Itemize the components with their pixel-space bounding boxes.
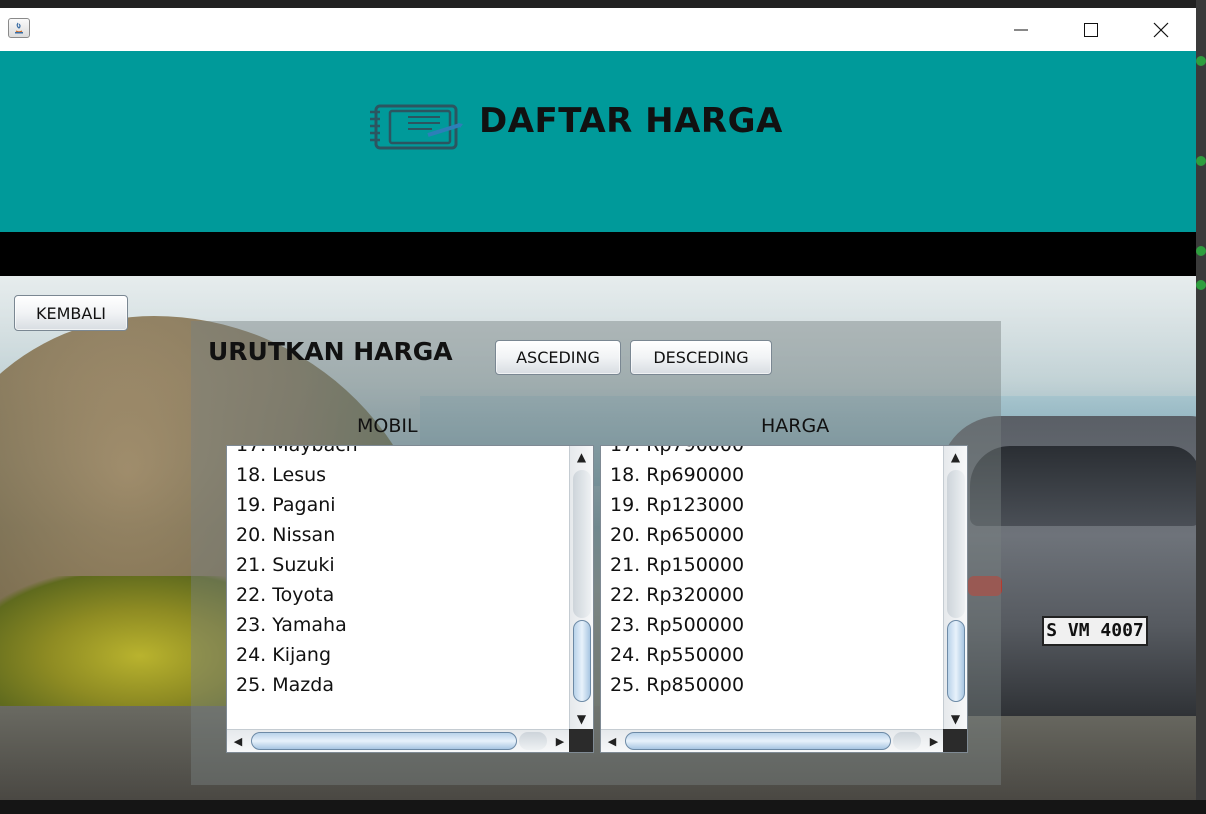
sort-panel: URUTKAN HARGA ASCEDING DESCEDING MOBIL H… — [191, 321, 1001, 785]
desktop-status-icon — [1196, 56, 1206, 66]
panel-title: URUTKAN HARGA — [208, 337, 453, 366]
list-item[interactable]: 21. Rp150000 — [601, 550, 941, 580]
scroll-thumb[interactable] — [947, 620, 965, 702]
maximize-button[interactable] — [1056, 8, 1126, 51]
harga-list: 17. Rp790000 18. Rp690000 19. Rp123000 2… — [601, 446, 941, 700]
list-item[interactable]: 23. Rp500000 — [601, 610, 941, 640]
scrollbar-corner — [569, 729, 593, 752]
mobil-listbox[interactable]: 17. Maybach 18. Lesus 19. Pagani 20. Nis… — [226, 445, 594, 753]
java-app-icon[interactable] — [8, 18, 30, 38]
minimize-button[interactable] — [986, 8, 1056, 51]
list-item[interactable]: 18. Rp690000 — [601, 460, 941, 490]
header-divider-band — [0, 232, 1196, 276]
vertical-scrollbar[interactable]: ▲ ▼ — [569, 446, 593, 730]
list-item[interactable]: 17. Maybach — [227, 446, 567, 460]
license-plate: S VM 4007 — [1042, 616, 1148, 646]
list-item[interactable]: 17. Rp790000 — [601, 446, 941, 460]
scroll-down-arrow-icon[interactable]: ▼ — [944, 708, 967, 730]
desktop-right-strip — [1196, 0, 1206, 814]
desktop-top-strip — [0, 0, 1206, 8]
title-bar — [0, 8, 1196, 51]
close-button[interactable] — [1126, 8, 1196, 51]
horizontal-scrollbar[interactable]: ◀ ▶ — [227, 729, 571, 752]
minimize-icon — [1014, 29, 1028, 30]
ascending-button[interactable]: ASCEDING — [495, 340, 621, 375]
mobil-column-header: MOBIL — [357, 415, 418, 437]
scroll-thumb[interactable] — [625, 732, 891, 750]
list-item[interactable]: 22. Rp320000 — [601, 580, 941, 610]
scroll-left-arrow-icon[interactable]: ◀ — [601, 730, 623, 752]
list-item[interactable]: 23. Yamaha — [227, 610, 567, 640]
scroll-thumb[interactable] — [573, 620, 591, 702]
maximize-icon — [1084, 22, 1098, 37]
back-button[interactable]: KEMBALI — [14, 295, 128, 331]
scroll-up-arrow-icon[interactable]: ▲ — [570, 446, 593, 468]
close-icon — [1153, 22, 1169, 37]
desktop-status-icon — [1196, 156, 1206, 166]
list-item[interactable]: 18. Lesus — [227, 460, 567, 490]
header-banner: DAFTAR HARGA — [0, 51, 1196, 232]
horizontal-scrollbar[interactable]: ◀ ▶ — [601, 729, 945, 752]
list-item[interactable]: 19. Rp123000 — [601, 490, 941, 520]
scroll-up-arrow-icon[interactable]: ▲ — [944, 446, 967, 468]
list-item[interactable]: 24. Kijang — [227, 640, 567, 670]
list-item[interactable]: 20. Rp650000 — [601, 520, 941, 550]
scroll-thumb[interactable] — [251, 732, 517, 750]
desktop-status-icon — [1196, 246, 1206, 256]
harga-column-header: HARGA — [761, 415, 830, 437]
notebook-icon — [368, 103, 464, 155]
scrollbar-corner — [943, 729, 967, 752]
scroll-right-arrow-icon[interactable]: ▶ — [549, 730, 571, 752]
app-window: DAFTAR HARGA S VM 4007 KEMBALI URUTKAN H… — [0, 8, 1196, 800]
page-title: DAFTAR HARGA — [479, 101, 783, 141]
mobil-list: 17. Maybach 18. Lesus 19. Pagani 20. Nis… — [227, 446, 567, 700]
list-item[interactable]: 24. Rp550000 — [601, 640, 941, 670]
list-item[interactable]: 19. Pagani — [227, 490, 567, 520]
scroll-down-arrow-icon[interactable]: ▼ — [570, 708, 593, 730]
desktop-status-icon — [1196, 280, 1206, 290]
scroll-left-arrow-icon[interactable]: ◀ — [227, 730, 249, 752]
scroll-right-arrow-icon[interactable]: ▶ — [923, 730, 945, 752]
list-item[interactable]: 25. Rp850000 — [601, 670, 941, 700]
vertical-scrollbar[interactable]: ▲ ▼ — [943, 446, 967, 730]
harga-listbox[interactable]: 17. Rp790000 18. Rp690000 19. Rp123000 2… — [600, 445, 968, 753]
descending-button[interactable]: DESCEDING — [630, 340, 772, 375]
list-item[interactable]: 21. Suzuki — [227, 550, 567, 580]
list-item[interactable]: 25. Mazda — [227, 670, 567, 700]
desktop-bottom-strip — [0, 800, 1206, 814]
list-item[interactable]: 20. Nissan — [227, 520, 567, 550]
list-item[interactable]: 22. Toyota — [227, 580, 567, 610]
